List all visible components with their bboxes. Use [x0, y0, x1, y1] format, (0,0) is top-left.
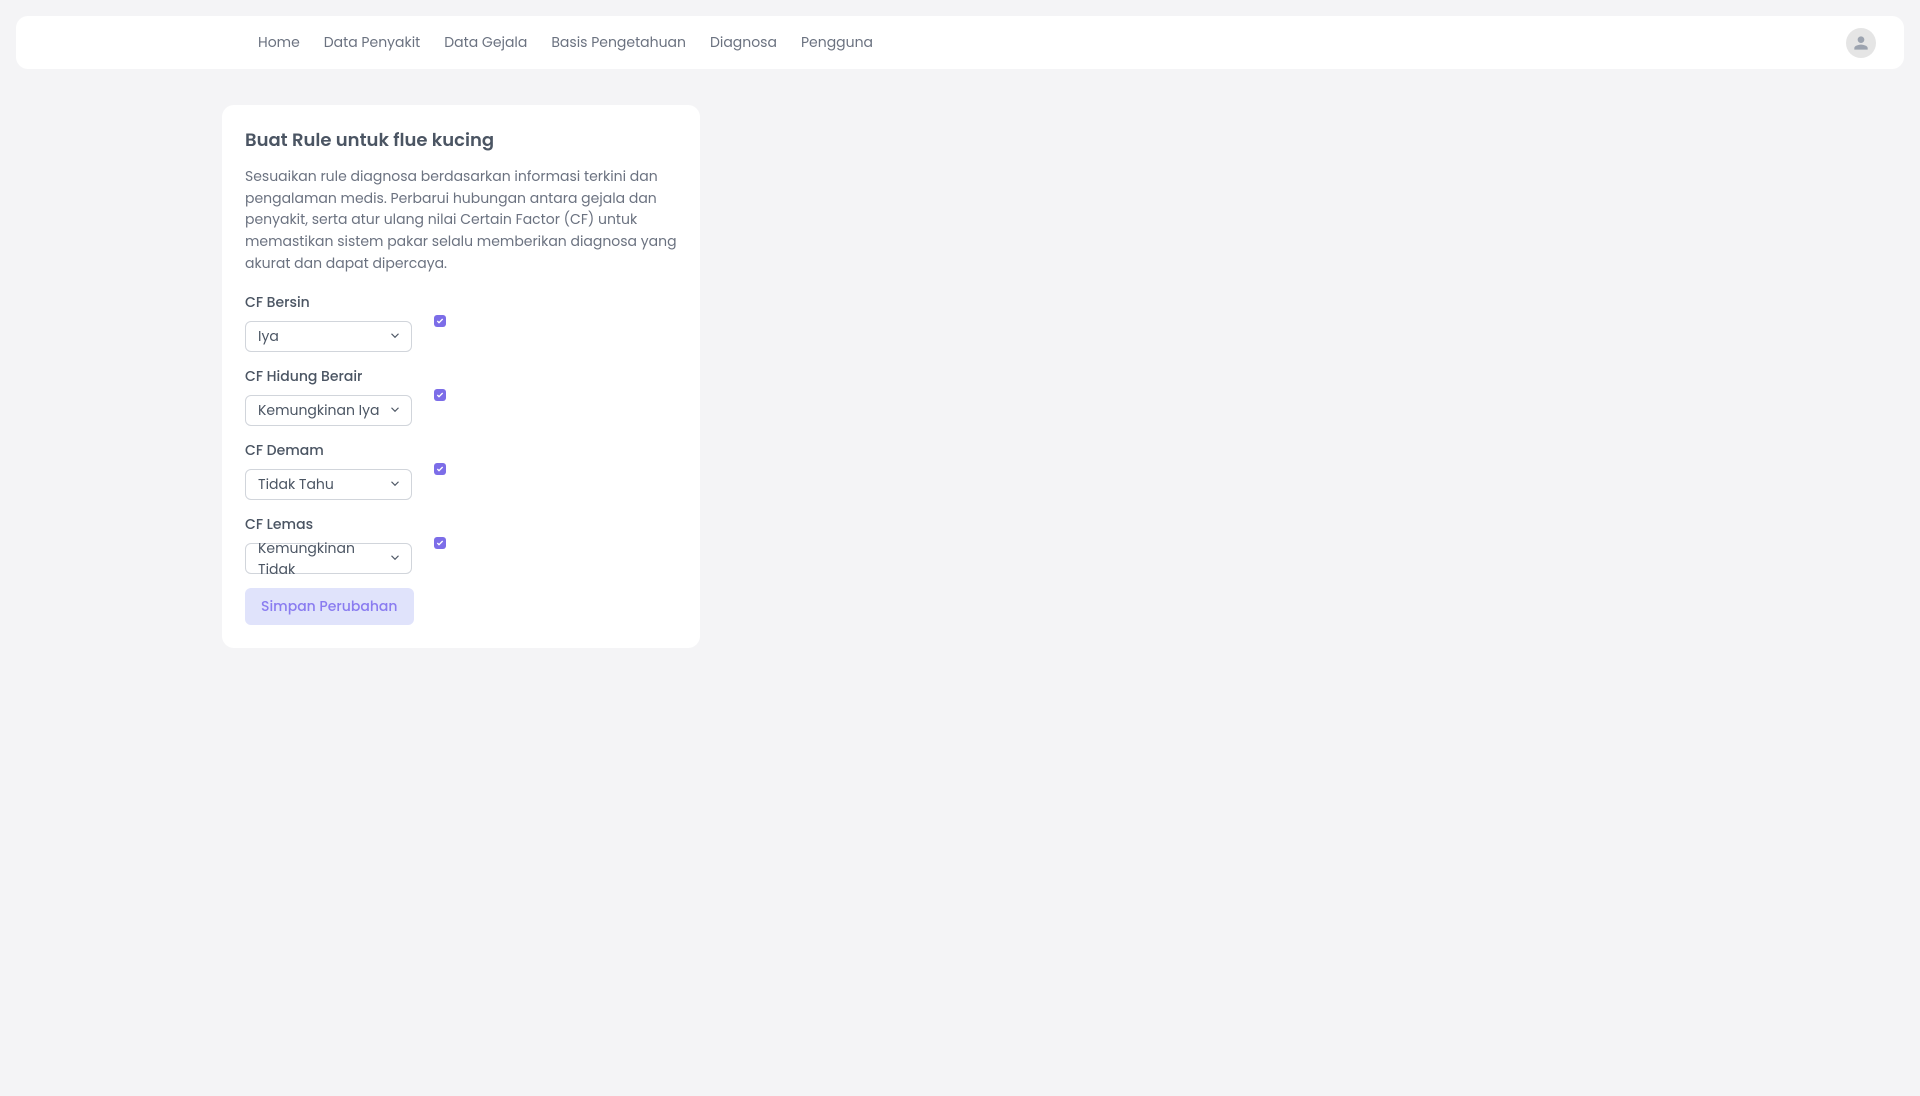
- field-label-demam: CF Demam: [245, 440, 412, 461]
- checkbox-bersin[interactable]: [434, 315, 446, 327]
- rule-card: Buat Rule untuk flue kucing Sesuaikan ru…: [222, 105, 700, 648]
- check-icon: [436, 539, 444, 547]
- check-icon: [436, 317, 444, 325]
- form-row: CF Lemas Kemungkinan Tidak: [245, 514, 677, 574]
- card-description: Sesuaikan rule diagnosa berdasarkan info…: [245, 166, 677, 274]
- select-lemas[interactable]: Kemungkinan Tidak: [245, 543, 412, 574]
- checkbox-demam[interactable]: [434, 463, 446, 475]
- nav-link-pengguna[interactable]: Pengguna: [789, 24, 885, 61]
- form-row: CF Demam Tidak Tahu: [245, 440, 677, 500]
- nav-links: Home Data Penyakit Data Gejala Basis Pen…: [246, 24, 885, 61]
- nav-link-basis-pengetahuan[interactable]: Basis Pengetahuan: [539, 24, 698, 61]
- nav-link-home[interactable]: Home: [246, 24, 312, 61]
- nav-link-diagnosa[interactable]: Diagnosa: [698, 24, 789, 61]
- card-title: Buat Rule untuk flue kucing: [245, 127, 677, 154]
- navbar: Home Data Penyakit Data Gejala Basis Pen…: [16, 16, 1904, 69]
- field-label-hidung: CF Hidung Berair: [245, 366, 412, 387]
- select-demam[interactable]: Tidak Tahu: [245, 469, 412, 500]
- form-list: CF Bersin Iya CF Hidung B: [245, 292, 677, 588]
- nav-link-data-gejala[interactable]: Data Gejala: [432, 24, 539, 61]
- form-row: CF Bersin Iya: [245, 292, 677, 352]
- checkbox-hidung[interactable]: [434, 389, 446, 401]
- select-bersin[interactable]: Iya: [245, 321, 412, 352]
- form-row: CF Hidung Berair Kemungkinan Iya: [245, 366, 677, 426]
- select-hidung[interactable]: Kemungkinan Iya: [245, 395, 412, 426]
- nav-link-data-penyakit[interactable]: Data Penyakit: [312, 24, 433, 61]
- avatar[interactable]: [1846, 28, 1876, 58]
- field-label-bersin: CF Bersin: [245, 292, 412, 313]
- field-label-lemas: CF Lemas: [245, 514, 412, 535]
- check-icon: [436, 465, 444, 473]
- submit-button[interactable]: Simpan Perubahan: [245, 588, 414, 625]
- main-content: Buat Rule untuk flue kucing Sesuaikan ru…: [0, 85, 1920, 648]
- user-icon: [1851, 33, 1871, 53]
- check-icon: [436, 391, 444, 399]
- checkbox-lemas[interactable]: [434, 537, 446, 549]
